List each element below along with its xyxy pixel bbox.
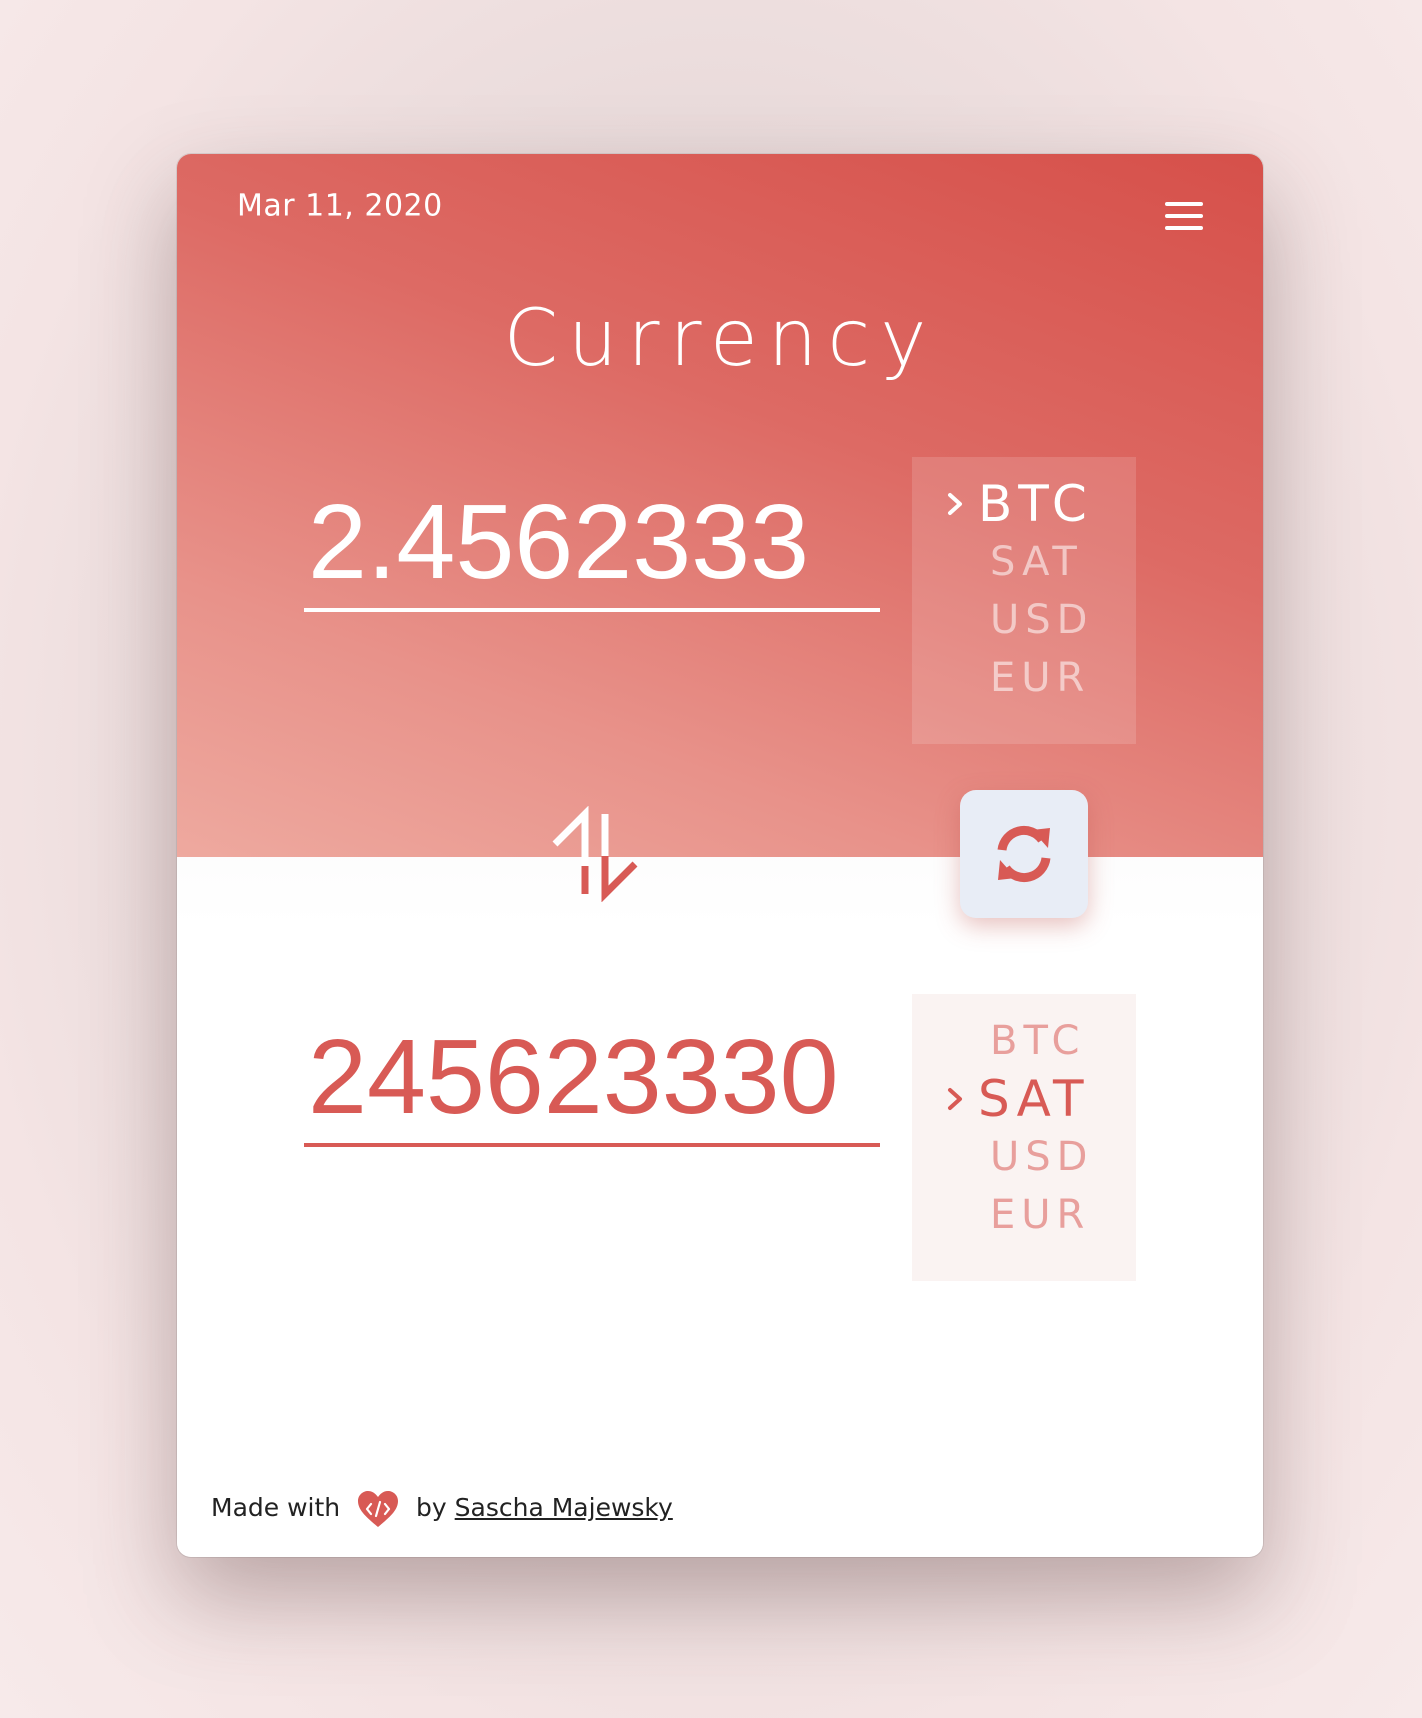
- unit-label: EUR: [990, 1192, 1091, 1238]
- output-amount-field[interactable]: 245623330: [304, 1007, 880, 1147]
- page-title: Currency: [503, 294, 937, 384]
- made-with-text: Made with: [211, 1493, 341, 1522]
- input-amount-field[interactable]: 2.4562333: [304, 472, 880, 612]
- converter-card: Mar 11, 2020 Currency 2.4562333 BTC SAT …: [177, 154, 1263, 1557]
- unit-label: SAT: [978, 1070, 1090, 1128]
- input-unit-usd[interactable]: USD: [912, 591, 1136, 649]
- input-unit-btc[interactable]: BTC: [912, 475, 1136, 533]
- swap-arrows-icon[interactable]: [547, 806, 643, 902]
- output-unit-selector[interactable]: BTC SAT USD EUR: [912, 994, 1136, 1281]
- unit-label: BTC: [990, 1018, 1086, 1064]
- by-text: by: [416, 1493, 447, 1522]
- chevron-right-icon: [948, 1088, 962, 1110]
- refresh-icon: [997, 826, 1051, 882]
- hamburger-menu-icon[interactable]: [1165, 202, 1203, 232]
- unit-label: SAT: [990, 539, 1083, 585]
- refresh-button[interactable]: [960, 790, 1088, 918]
- unit-label: USD: [990, 597, 1094, 643]
- input-unit-eur[interactable]: EUR: [912, 649, 1136, 707]
- unit-label: EUR: [990, 655, 1091, 701]
- unit-label: BTC: [978, 475, 1093, 533]
- output-unit-btc[interactable]: BTC: [912, 1012, 1136, 1070]
- unit-label: USD: [990, 1134, 1094, 1180]
- footer-credit: Made with by Sascha Majewsky: [211, 1488, 673, 1528]
- chevron-right-icon: [948, 493, 962, 515]
- input-unit-selector[interactable]: BTC SAT USD EUR: [912, 457, 1136, 744]
- date-label: Mar 11, 2020: [237, 188, 443, 224]
- output-unit-eur[interactable]: EUR: [912, 1186, 1136, 1244]
- author-link[interactable]: Sascha Majewsky: [455, 1493, 673, 1522]
- output-unit-usd[interactable]: USD: [912, 1128, 1136, 1186]
- output-unit-sat[interactable]: SAT: [912, 1070, 1136, 1128]
- input-unit-sat[interactable]: SAT: [912, 533, 1136, 591]
- heart-code-icon: [358, 1491, 399, 1527]
